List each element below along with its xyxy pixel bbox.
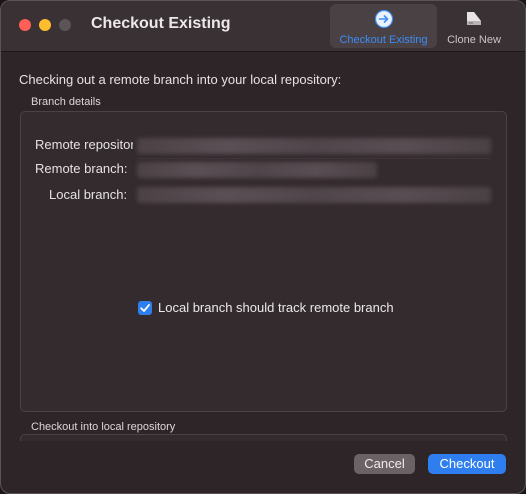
branch-details-group: [20, 111, 507, 412]
branch-details-title: Branch details: [31, 96, 101, 108]
checkmark-icon: [140, 304, 150, 312]
remote-repository-value: [137, 138, 491, 154]
close-window-button[interactable]: [19, 19, 31, 31]
checkout-into-group: [20, 434, 507, 441]
tab-clone-new[interactable]: Clone New: [441, 4, 507, 48]
zoom-window-button[interactable]: [59, 19, 71, 31]
local-branch-label: Local branch:: [49, 187, 128, 202]
track-remote-checkbox[interactable]: [138, 301, 152, 315]
remote-repository-label: Remote repository:: [35, 137, 133, 152]
local-branch-field[interactable]: [137, 187, 491, 203]
intro-text: Checking out a remote branch into your l…: [19, 72, 342, 87]
remote-branch-label: Remote branch:: [35, 161, 128, 176]
tab-checkout-existing[interactable]: Checkout Existing: [330, 4, 437, 48]
checkout-dialog: Checkout Existing Checkout Existing Clon…: [0, 0, 526, 494]
tab-checkout-existing-label: Checkout Existing: [339, 34, 428, 46]
checkout-button[interactable]: Checkout: [428, 454, 506, 474]
arrow-right-circle-icon: [374, 9, 394, 29]
remote-branch-value: [137, 162, 377, 178]
title-bar: Checkout Existing Checkout Existing Clon…: [1, 1, 525, 52]
drive-icon: [464, 9, 484, 29]
checkout-into-title: Checkout into local repository: [31, 421, 176, 433]
cancel-button[interactable]: Cancel: [354, 454, 415, 474]
tab-clone-new-label: Clone New: [447, 34, 501, 46]
minimize-window-button[interactable]: [39, 19, 51, 31]
track-remote-label[interactable]: Local branch should track remote branch: [158, 300, 394, 315]
field-divider: [137, 158, 491, 159]
window-title: Checkout Existing: [91, 15, 231, 32]
